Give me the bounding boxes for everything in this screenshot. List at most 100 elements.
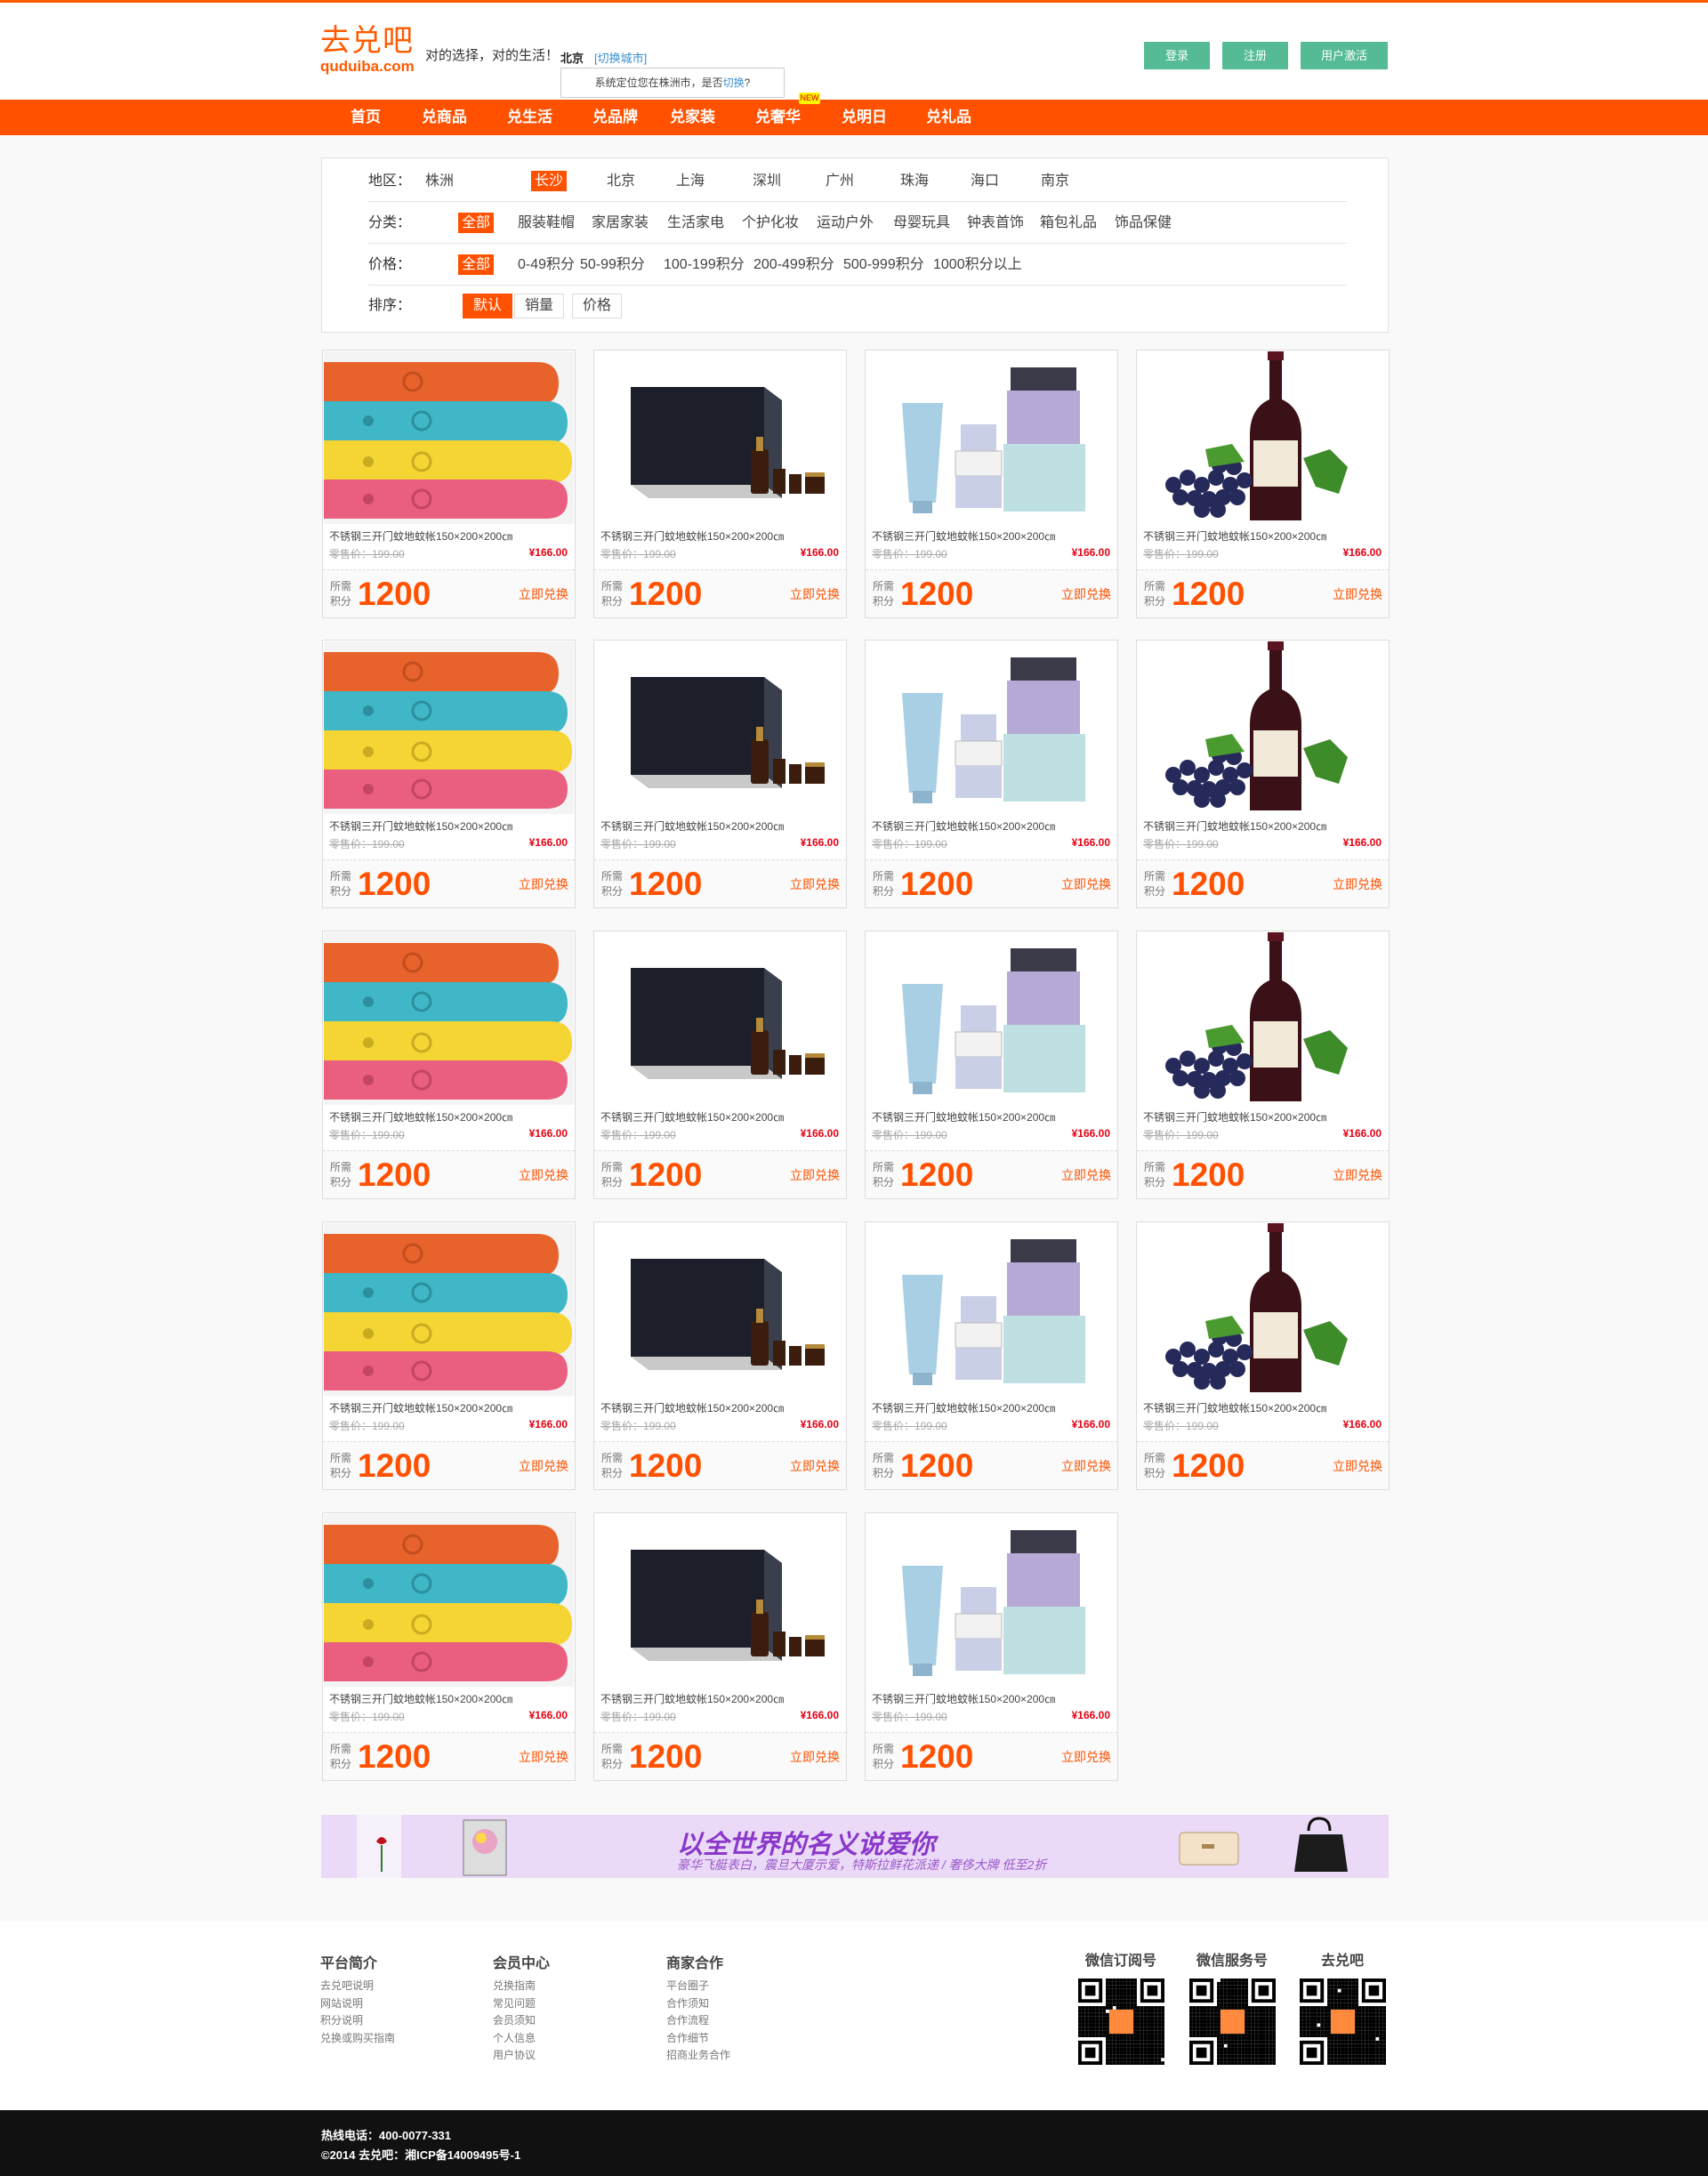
product-image[interactable]	[1138, 932, 1388, 1105]
redeem-button[interactable]: 立即兑换	[519, 585, 568, 603]
filter-category-option[interactable]: 箱包礼品	[1036, 213, 1100, 233]
product-image[interactable]	[866, 351, 1116, 524]
site-logo[interactable]: 去兑吧 quduiba.com	[320, 24, 415, 76]
filter-category-option[interactable]: 钟表首饰	[963, 213, 1027, 233]
filter-price-option[interactable]: 100-199积分	[660, 254, 748, 275]
nav-home[interactable]: 首页	[350, 100, 381, 135]
filter-region-option[interactable]: 上海	[673, 171, 708, 191]
product-title[interactable]: 不锈钢三开门蚊地蚊帐150×200×200㎝	[872, 1691, 1055, 1706]
footer-link[interactable]: 兑换或购买指南	[320, 2030, 395, 2048]
product-card[interactable]: 不锈钢三开门蚊地蚊帐150×200×200㎝ 零售价：199.00 ¥166.00 所…	[593, 1221, 847, 1490]
redeem-button[interactable]: 立即兑换	[790, 1166, 840, 1184]
footer-link[interactable]: 会员须知	[493, 2012, 550, 2030]
product-card[interactable]: 不锈钢三开门蚊地蚊帐150×200×200㎝ 零售价：199.00 ¥166.00 所…	[593, 931, 847, 1199]
product-title[interactable]: 不锈钢三开门蚊地蚊帐150×200×200㎝	[1143, 1109, 1326, 1124]
nav-home-decor[interactable]: 兑家装	[670, 100, 715, 135]
product-card[interactable]: 不锈钢三开门蚊地蚊帐150×200×200㎝ 零售价：199.00 ¥166.00 所…	[865, 931, 1118, 1199]
redeem-button[interactable]: 立即兑换	[1333, 1166, 1382, 1184]
footer-link[interactable]: 积分说明	[320, 2012, 395, 2030]
activate-button[interactable]: 用户激活	[1301, 42, 1388, 69]
filter-category-option[interactable]: 运动户外	[813, 213, 877, 233]
filter-price-option[interactable]: 全部	[458, 254, 495, 275]
product-card[interactable]: 不锈钢三开门蚊地蚊帐150×200×200㎝ 零售价：199.00 ¥166.00 所…	[865, 1512, 1118, 1781]
product-title[interactable]: 不锈钢三开门蚊地蚊帐150×200×200㎝	[329, 1109, 512, 1124]
product-title[interactable]: 不锈钢三开门蚊地蚊帐150×200×200㎝	[872, 1400, 1055, 1415]
product-image[interactable]	[866, 1514, 1116, 1687]
product-card[interactable]: 不锈钢三开门蚊地蚊帐150×200×200㎝ 零售价：199.00 ¥166.00 所…	[1136, 931, 1390, 1199]
product-image[interactable]	[324, 641, 574, 814]
product-title[interactable]: 不锈钢三开门蚊地蚊帐150×200×200㎝	[600, 1109, 784, 1124]
filter-sort-option[interactable]: 默认	[463, 294, 512, 318]
nav-goods[interactable]: 兑商品	[422, 100, 467, 135]
redeem-button[interactable]: 立即兑换	[1061, 1457, 1111, 1475]
redeem-button[interactable]: 立即兑换	[790, 1748, 840, 1766]
filter-category-option[interactable]: 母婴玩具	[890, 213, 954, 233]
product-title[interactable]: 不锈钢三开门蚊地蚊帐150×200×200㎝	[329, 818, 512, 834]
redeem-button[interactable]: 立即兑换	[519, 1748, 568, 1766]
footer-link[interactable]: 合作流程	[666, 2012, 730, 2030]
product-title[interactable]: 不锈钢三开门蚊地蚊帐150×200×200㎝	[329, 1691, 512, 1706]
redeem-button[interactable]: 立即兑换	[1333, 1457, 1382, 1475]
filter-price-option[interactable]: 500-999积分	[840, 254, 928, 275]
filter-region-option[interactable]: 北京	[603, 171, 639, 191]
redeem-button[interactable]: 立即兑换	[1061, 875, 1111, 893]
filter-category-option[interactable]: 全部	[458, 213, 495, 233]
footer-link[interactable]: 招商业务合作	[666, 2047, 730, 2065]
product-image[interactable]	[595, 932, 845, 1105]
redeem-button[interactable]: 立即兑换	[1061, 1166, 1111, 1184]
redeem-button[interactable]: 立即兑换	[1061, 585, 1111, 603]
product-card[interactable]: 不锈钢三开门蚊地蚊帐150×200×200㎝ 零售价：199.00 ¥166.00 所…	[1136, 640, 1390, 908]
filter-region-option[interactable]: 海口	[967, 171, 1003, 191]
footer-link[interactable]: 常见问题	[493, 1995, 550, 2013]
product-image[interactable]	[866, 641, 1116, 814]
filter-price-option[interactable]: 1000积分以上	[930, 254, 1026, 275]
filter-price-option[interactable]: 200-499积分	[750, 254, 838, 275]
product-title[interactable]: 不锈钢三开门蚊地蚊帐150×200×200㎝	[600, 528, 784, 544]
product-card[interactable]: 不锈钢三开门蚊地蚊帐150×200×200㎝ 零售价：199.00 ¥166.00 所…	[865, 1221, 1118, 1490]
promo-banner[interactable]: 以全世界的名义说爱你 豪华飞艇表白，震旦大厦示爱，特斯拉鲜花派递 / 奢侈大牌 …	[321, 1815, 1389, 1878]
filter-region-option[interactable]: 深圳	[749, 171, 785, 191]
product-title[interactable]: 不锈钢三开门蚊地蚊帐150×200×200㎝	[1143, 1400, 1326, 1415]
register-button[interactable]: 注册	[1222, 42, 1288, 69]
product-title[interactable]: 不锈钢三开门蚊地蚊帐150×200×200㎝	[600, 818, 784, 834]
filter-region-option[interactable]: 南京	[1037, 171, 1073, 191]
product-card[interactable]: 不锈钢三开门蚊地蚊帐150×200×200㎝ 零售价：199.00 ¥166.00 所…	[1136, 1221, 1390, 1490]
product-title[interactable]: 不锈钢三开门蚊地蚊帐150×200×200㎝	[872, 528, 1055, 544]
switch-city-link[interactable]: [切换城市]	[594, 52, 647, 65]
product-image[interactable]	[595, 641, 845, 814]
filter-category-option[interactable]: 生活家电	[664, 213, 728, 233]
redeem-button[interactable]: 立即兑换	[519, 1457, 568, 1475]
redeem-button[interactable]: 立即兑换	[1333, 585, 1382, 603]
product-image[interactable]	[866, 932, 1116, 1105]
product-title[interactable]: 不锈钢三开门蚊地蚊帐150×200×200㎝	[1143, 528, 1326, 544]
filter-sort-option[interactable]: 价格	[572, 294, 622, 318]
filter-price-option[interactable]: 0-49积分	[514, 254, 578, 275]
product-image[interactable]	[324, 1514, 574, 1687]
product-image[interactable]	[595, 1514, 845, 1687]
product-title[interactable]: 不锈钢三开门蚊地蚊帐150×200×200㎝	[872, 818, 1055, 834]
product-image[interactable]	[595, 1223, 845, 1396]
product-title[interactable]: 不锈钢三开门蚊地蚊帐150×200×200㎝	[600, 1691, 784, 1706]
redeem-button[interactable]: 立即兑换	[1333, 875, 1382, 893]
product-card[interactable]: 不锈钢三开门蚊地蚊帐150×200×200㎝ 零售价：199.00 ¥166.00 所…	[322, 1221, 576, 1490]
product-card[interactable]: 不锈钢三开门蚊地蚊帐150×200×200㎝ 零售价：199.00 ¥166.00 所…	[322, 1512, 576, 1781]
filter-region-option[interactable]: 珠海	[897, 171, 932, 191]
filter-category-option[interactable]: 个护化妆	[738, 213, 802, 233]
product-card[interactable]: 不锈钢三开门蚊地蚊帐150×200×200㎝ 零售价：199.00 ¥166.00 所…	[865, 640, 1118, 908]
product-card[interactable]: 不锈钢三开门蚊地蚊帐150×200×200㎝ 零售价：199.00 ¥166.00 所…	[322, 350, 576, 618]
product-title[interactable]: 不锈钢三开门蚊地蚊帐150×200×200㎝	[329, 528, 512, 544]
product-title[interactable]: 不锈钢三开门蚊地蚊帐150×200×200㎝	[1143, 818, 1326, 834]
filter-sort-option[interactable]: 销量	[514, 294, 564, 318]
filter-category-option[interactable]: 服装鞋帽	[514, 213, 578, 233]
filter-price-option[interactable]: 50-99积分	[576, 254, 649, 275]
product-title[interactable]: 不锈钢三开门蚊地蚊帐150×200×200㎝	[872, 1109, 1055, 1124]
redeem-button[interactable]: 立即兑换	[1061, 1748, 1111, 1766]
product-title[interactable]: 不锈钢三开门蚊地蚊帐150×200×200㎝	[600, 1400, 784, 1415]
product-card[interactable]: 不锈钢三开门蚊地蚊帐150×200×200㎝ 零售价：199.00 ¥166.00 所…	[322, 931, 576, 1199]
footer-link[interactable]: 兑换指南	[493, 1978, 550, 1995]
product-image[interactable]	[595, 351, 845, 524]
footer-link[interactable]: 个人信息	[493, 2030, 550, 2048]
redeem-button[interactable]: 立即兑换	[519, 1166, 568, 1184]
product-image[interactable]	[324, 932, 574, 1105]
footer-link[interactable]: 用户协议	[493, 2047, 550, 2065]
